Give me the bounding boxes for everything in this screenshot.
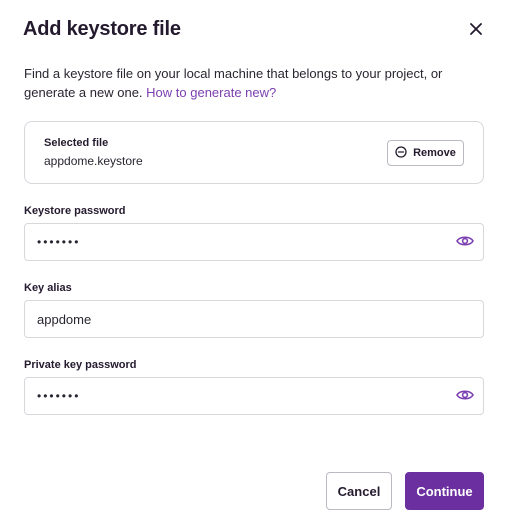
add-keystore-dialog: Add keystore file Find a keystore file o…	[0, 0, 507, 531]
selected-file-card: Selected file appdome.keystore Remove	[24, 121, 484, 184]
close-button[interactable]	[466, 21, 486, 41]
how-to-generate-link[interactable]: How to generate new?	[146, 85, 276, 100]
remove-file-button[interactable]: Remove	[387, 140, 464, 166]
keystore-password-field-wrapper	[24, 223, 484, 261]
key-alias-input[interactable]	[25, 301, 483, 337]
dialog-title: Add keystore file	[23, 18, 181, 40]
private-key-password-input[interactable]	[25, 378, 483, 414]
selected-file-label: Selected file	[44, 137, 109, 149]
key-alias-field-wrapper	[24, 300, 484, 338]
keystore-password-label: Keystore password	[24, 205, 126, 217]
cancel-button[interactable]: Cancel	[326, 472, 392, 510]
eye-icon	[456, 234, 474, 252]
minus-circle-icon	[395, 145, 407, 161]
remove-button-label: Remove	[413, 147, 456, 159]
continue-button[interactable]: Continue	[405, 472, 484, 510]
private-key-password-label: Private key password	[24, 359, 137, 371]
private-key-password-field-wrapper	[24, 377, 484, 415]
show-private-key-password-button[interactable]	[456, 388, 474, 406]
keystore-password-input[interactable]	[25, 224, 483, 260]
dialog-description: Find a keystore file on your local machi…	[24, 64, 484, 102]
selected-file-name: appdome.keystore	[44, 154, 143, 168]
key-alias-label: Key alias	[24, 282, 72, 294]
show-keystore-password-button[interactable]	[456, 234, 474, 252]
eye-icon	[456, 388, 474, 406]
close-icon	[470, 22, 482, 40]
